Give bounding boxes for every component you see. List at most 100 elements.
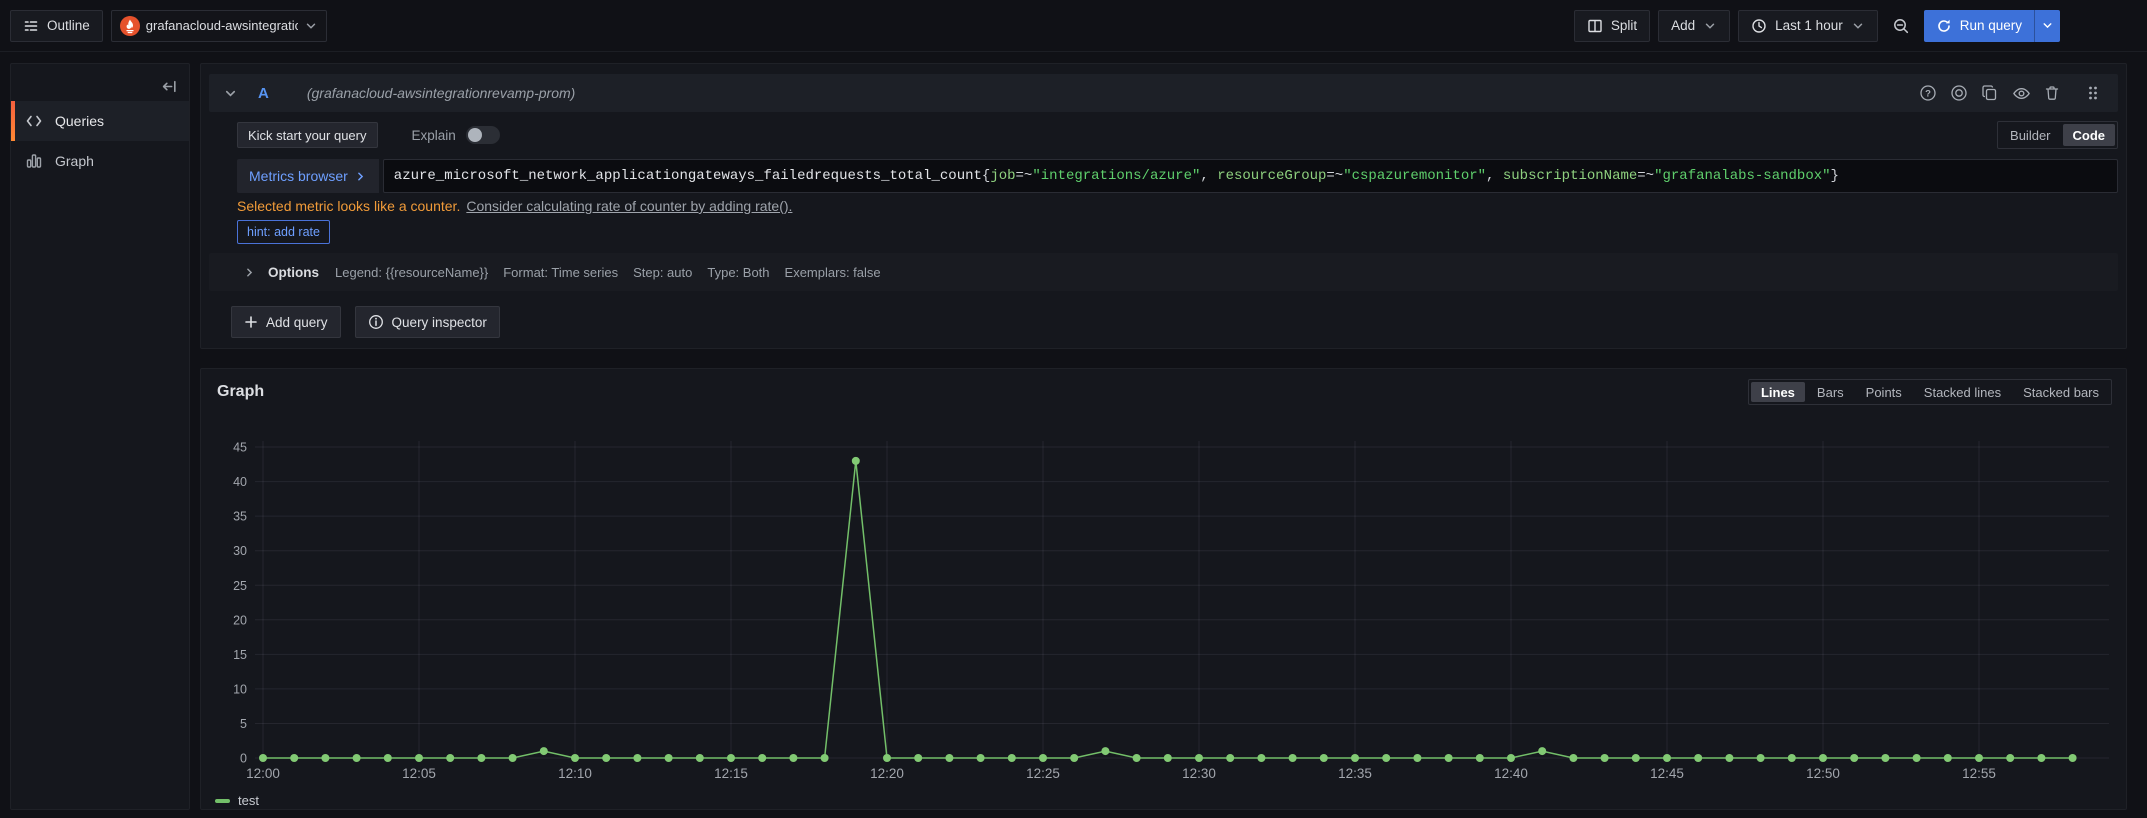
svg-text:12:45: 12:45 [1650, 766, 1684, 781]
outline-button[interactable]: Outline [10, 10, 103, 42]
query-inspector-button[interactable]: Query inspector [355, 306, 500, 338]
svg-text:12:05: 12:05 [402, 766, 436, 781]
svg-text:12:35: 12:35 [1338, 766, 1372, 781]
query-actions-row: Add query Query inspector [231, 306, 500, 338]
promql-token: "cspazuremonitor" [1343, 168, 1486, 184]
help-circle-icon[interactable]: ? [1917, 82, 1939, 104]
promql-query-text: azure_microsoft_network_applicationgatew… [394, 168, 1839, 184]
zoom-out-time-button[interactable] [1886, 10, 1916, 42]
add-query-button[interactable]: Add query [231, 306, 341, 338]
sidebar-item-label: Queries [55, 113, 104, 129]
promql-token: "grafanalabs-sandbox" [1654, 168, 1830, 184]
explore-page: Outline grafanacloud-awsintegrationrevam… [0, 0, 2147, 818]
promql-token: , [1200, 168, 1217, 184]
outline-items: Queries Graph [11, 101, 189, 181]
prometheus-icon [120, 16, 140, 36]
explain-toggle[interactable] [466, 126, 500, 144]
split-label: Split [1611, 18, 1637, 33]
time-range-label: Last 1 hour [1775, 18, 1843, 33]
run-query-dropdown-button[interactable] [2034, 10, 2060, 42]
promql-token: , [1486, 168, 1503, 184]
counter-warning-text: Selected metric looks like a counter. [237, 198, 460, 214]
drag-handle-icon[interactable] [2082, 82, 2104, 104]
promql-token: =~ [1326, 168, 1343, 184]
editor-mode-toggle: Builder Code [1997, 121, 2118, 149]
timeseries-chart: 12:0012:0512:1012:1512:2012:2512:3012:35… [217, 429, 2117, 789]
duplicate-query-icon[interactable] [1979, 82, 2001, 104]
svg-text:0: 0 [240, 752, 247, 766]
chevron-right-icon [354, 170, 367, 183]
svg-text:?: ? [1925, 88, 1931, 99]
legend-series-marker [215, 799, 230, 803]
explain-label: Explain [412, 128, 456, 143]
explore-content-outline: Queries Graph [10, 63, 190, 810]
svg-text:5: 5 [240, 717, 247, 731]
run-query-label: Run query [1960, 18, 2022, 33]
promql-token: subscriptionName [1503, 168, 1637, 184]
kick-start-query-button[interactable]: Kick start your query [237, 122, 378, 148]
sidebar-item-graph[interactable]: Graph [11, 141, 189, 181]
record-icon[interactable] [1948, 82, 1970, 104]
svg-text:35: 35 [233, 510, 247, 524]
promql-token: =~ [1016, 168, 1033, 184]
collapse-outline-button[interactable] [157, 74, 181, 98]
code-mode-option[interactable]: Code [2063, 124, 2116, 146]
svg-text:12:40: 12:40 [1494, 766, 1528, 781]
add-query-label: Add query [266, 315, 328, 330]
topbar: Outline grafanacloud-awsintegrationrevam… [0, 0, 2147, 52]
graph-style-option-points[interactable]: Points [1856, 382, 1912, 402]
plus-icon [244, 315, 258, 329]
chevron-down-icon [1851, 19, 1865, 33]
time-range-button[interactable]: Last 1 hour [1738, 10, 1878, 42]
datasource-picker[interactable]: grafanacloud-awsintegrationrevamp-prom [111, 10, 327, 42]
chart-legend: test [215, 793, 259, 808]
trash-icon[interactable] [2041, 82, 2063, 104]
bar-chart-icon [25, 152, 43, 170]
svg-text:12:50: 12:50 [1806, 766, 1840, 781]
query-input-row: Metrics browser azure_microsoft_network_… [237, 159, 2118, 193]
outline-list-icon [23, 18, 39, 34]
graph-style-option-lines[interactable]: Lines [1751, 382, 1805, 402]
query-options-row[interactable]: Options Legend: {{resourceName}}Format: … [209, 253, 2118, 291]
split-button[interactable]: Split [1574, 10, 1650, 42]
svg-text:12:20: 12:20 [870, 766, 904, 781]
chevron-right-icon [243, 266, 256, 279]
svg-text:40: 40 [233, 475, 247, 489]
query-option-meta: Type: Both [707, 265, 769, 280]
eye-icon[interactable] [2010, 82, 2032, 104]
rate-suggestion-link[interactable]: Consider calculating rate of counter by … [466, 198, 792, 214]
run-query-split-button: Run query [1924, 10, 2060, 42]
graph-style-option-stacked-lines[interactable]: Stacked lines [1914, 382, 2011, 402]
sidebar-item-label: Graph [55, 153, 94, 169]
run-query-button[interactable]: Run query [1924, 10, 2034, 42]
metrics-browser-button[interactable]: Metrics browser [237, 159, 379, 193]
promql-token: resourceGroup [1217, 168, 1326, 184]
add-button[interactable]: Add [1658, 10, 1730, 42]
query-row-header[interactable]: A (grafanacloud-awsintegrationrevamp-pro… [209, 74, 2118, 112]
code-brackets-icon [25, 112, 43, 130]
sidebar-item-queries[interactable]: Queries [11, 101, 189, 141]
chevron-down-icon [2041, 19, 2054, 32]
toggle-knob [468, 128, 482, 142]
builder-mode-option[interactable]: Builder [2000, 124, 2060, 146]
query-inspector-label: Query inspector [392, 315, 487, 330]
sync-icon [1936, 18, 1952, 34]
promql-token: } [1831, 168, 1839, 184]
query-option-meta: Step: auto [633, 265, 692, 280]
promql-input[interactable]: azure_microsoft_network_applicationgatew… [383, 159, 2118, 193]
query-toolbar-row: Kick start your query Explain Builder Co… [237, 121, 2118, 149]
kick-start-label: Kick start your query [248, 128, 367, 143]
svg-text:30: 30 [233, 544, 247, 558]
query-option-meta: Exemplars: false [785, 265, 881, 280]
graph-style-option-stacked-bars[interactable]: Stacked bars [2013, 382, 2109, 402]
hint-add-rate-button[interactable]: hint: add rate [237, 220, 330, 244]
query-hint-row: Selected metric looks like a counter. Con… [237, 198, 792, 214]
svg-text:12:25: 12:25 [1026, 766, 1060, 781]
promql-token: job [990, 168, 1015, 184]
graph-style-toggle: LinesBarsPointsStacked linesStacked bars [1748, 379, 2112, 405]
arrow-to-left-icon [161, 78, 178, 95]
chevron-down-icon [223, 86, 238, 101]
legend-series-label[interactable]: test [238, 793, 259, 808]
outline-label: Outline [47, 18, 90, 33]
graph-style-option-bars[interactable]: Bars [1807, 382, 1854, 402]
